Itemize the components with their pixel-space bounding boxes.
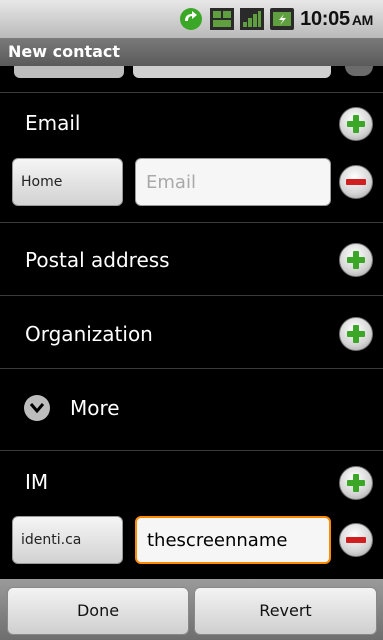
postal-address-label: Postal address xyxy=(25,248,170,272)
scrolled-field[interactable] xyxy=(133,66,331,78)
sync-icon xyxy=(180,8,203,30)
bottom-action-bar: Done Revert xyxy=(0,579,383,640)
more-label: More xyxy=(70,396,120,420)
email-type-button[interactable]: Home xyxy=(12,158,123,206)
im-field[interactable] xyxy=(135,516,331,564)
page-title: New contact xyxy=(8,42,121,61)
remove-email-button[interactable] xyxy=(339,165,373,199)
divider xyxy=(0,92,383,93)
email-section-label: Email xyxy=(25,111,81,135)
remove-im-button[interactable] xyxy=(339,523,373,557)
plus-icon-bar xyxy=(353,115,359,133)
plus-icon-bar xyxy=(353,474,359,492)
clock-time: 10:05 xyxy=(300,7,350,30)
more-toggle[interactable]: More xyxy=(0,368,383,448)
plus-icon-bar xyxy=(353,251,359,269)
scrolled-off-row xyxy=(0,66,383,80)
signal-icon xyxy=(240,8,265,30)
minus-icon xyxy=(346,179,366,185)
status-icons: 10:05 AM xyxy=(178,0,383,38)
email-input[interactable] xyxy=(146,159,330,205)
organization-label: Organization xyxy=(25,322,153,346)
scrolled-type-button[interactable] xyxy=(14,66,124,78)
battery-icon xyxy=(270,8,295,30)
divider xyxy=(0,222,383,223)
title-bar: New contact xyxy=(0,38,383,66)
im-input[interactable] xyxy=(147,518,329,563)
add-email-button[interactable] xyxy=(339,107,373,141)
chevron-down-icon xyxy=(24,395,50,421)
add-postal-address-button[interactable] xyxy=(339,243,373,277)
add-im-button[interactable] xyxy=(339,466,373,500)
network-3g-icon xyxy=(210,8,235,30)
im-type-button[interactable]: identi.ca xyxy=(12,516,123,564)
clock-ampm: AM xyxy=(351,11,373,28)
divider xyxy=(0,450,383,451)
revert-button[interactable]: Revert xyxy=(194,587,377,635)
plus-icon-bar xyxy=(353,325,359,343)
scrolled-remove-button[interactable] xyxy=(345,66,373,76)
im-section-label: IM xyxy=(25,470,49,494)
status-bar: 10:05 AM xyxy=(0,0,383,38)
divider xyxy=(0,295,383,296)
done-button[interactable]: Done xyxy=(7,587,189,635)
email-field[interactable] xyxy=(135,158,331,206)
add-organization-button[interactable] xyxy=(339,317,373,351)
clock: 10:05 AM xyxy=(300,8,373,31)
minus-icon xyxy=(346,537,366,543)
